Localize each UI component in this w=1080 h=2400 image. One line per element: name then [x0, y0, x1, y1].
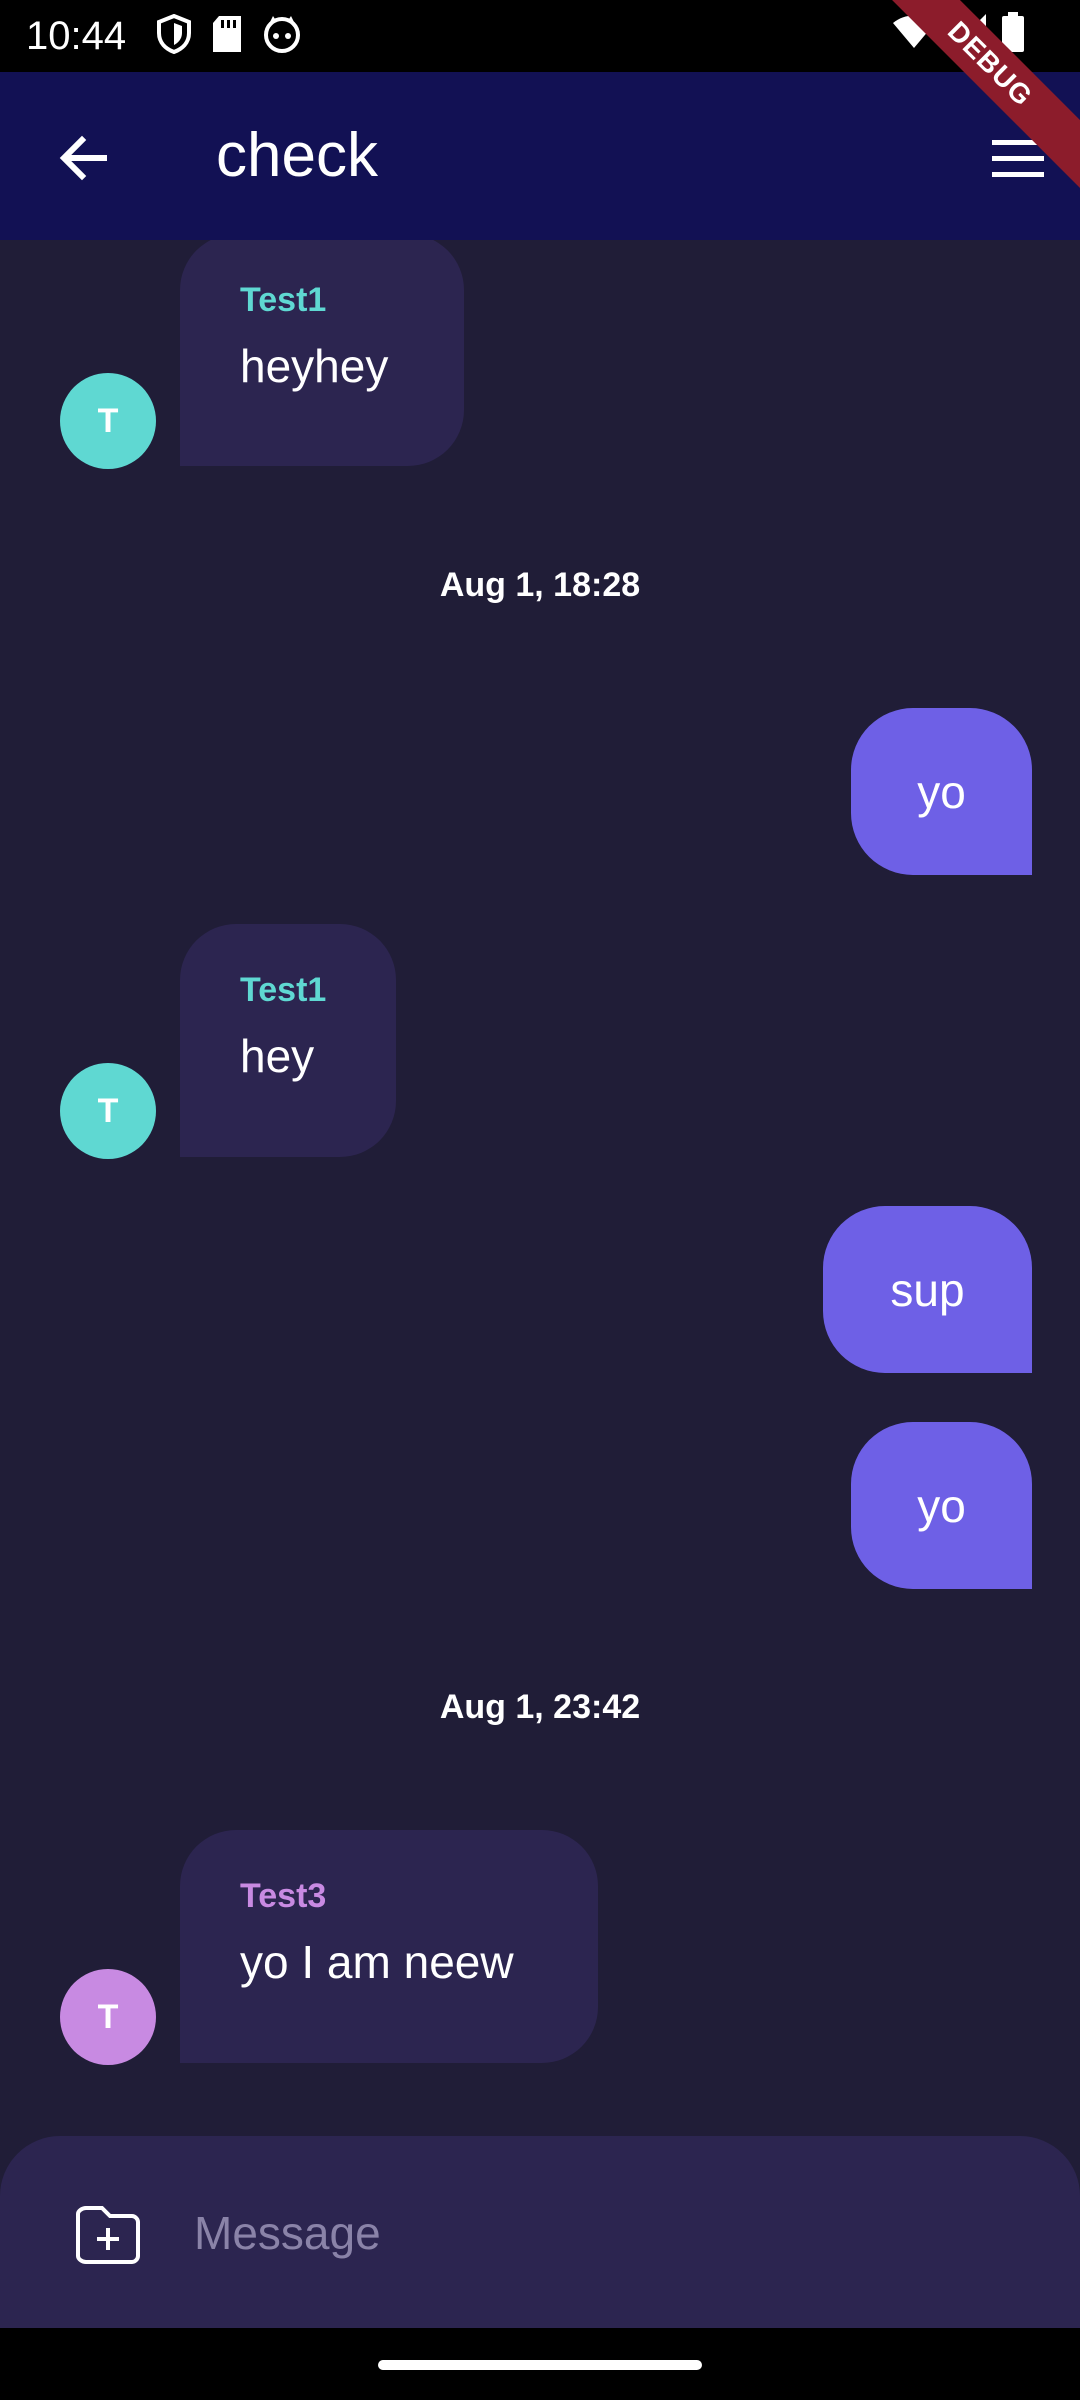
message-input[interactable]	[192, 2192, 996, 2274]
message-list[interactable]: Test1 heyhey T Aug 1, 18:28 yo Test1 hey…	[0, 240, 1080, 2135]
avatar[interactable]: T	[60, 1063, 156, 1159]
arrow-back-icon	[59, 135, 107, 181]
sd-card-icon	[213, 16, 241, 52]
app-bar: check	[0, 72, 1080, 240]
message-text: yo	[917, 765, 966, 818]
outgoing-message[interactable]: yo	[851, 1422, 1032, 1589]
home-indicator[interactable]	[378, 2360, 702, 2370]
message-text: yo I am neew	[240, 1936, 514, 1988]
attach-button[interactable]	[72, 2198, 144, 2270]
outgoing-message[interactable]: sup	[823, 1206, 1032, 1373]
sender-name: Test3	[240, 1877, 327, 1915]
message-composer	[0, 2136, 1080, 2328]
incoming-message[interactable]: Test1 heyhey	[180, 240, 464, 466]
status-notification-icons	[156, 14, 302, 54]
outgoing-message[interactable]: yo	[851, 708, 1032, 875]
shield-icon	[157, 14, 191, 54]
date-separator: Aug 1, 18:28	[439, 566, 641, 604]
message-text: sup	[890, 1263, 965, 1316]
message-text: heyhey	[240, 340, 389, 392]
sender-name: Test1	[240, 281, 327, 319]
folder-add-icon	[76, 2206, 140, 2264]
status-time: 10:44	[26, 14, 127, 58]
chat-title: check	[216, 121, 378, 190]
date-separator: Aug 1, 23:42	[439, 1688, 641, 1726]
avatar[interactable]: T	[60, 1969, 156, 2065]
message-text: hey	[240, 1030, 315, 1082]
back-button[interactable]	[48, 122, 120, 194]
message-text: yo	[917, 1479, 966, 1532]
incoming-message[interactable]: Test1 hey	[180, 924, 396, 1157]
cat-face-icon	[264, 16, 300, 53]
incoming-message[interactable]: Test3 yo I am neew	[180, 1830, 598, 2063]
navigation-bar	[0, 2328, 1080, 2400]
sender-name: Test1	[240, 971, 327, 1009]
avatar[interactable]: T	[60, 373, 156, 469]
